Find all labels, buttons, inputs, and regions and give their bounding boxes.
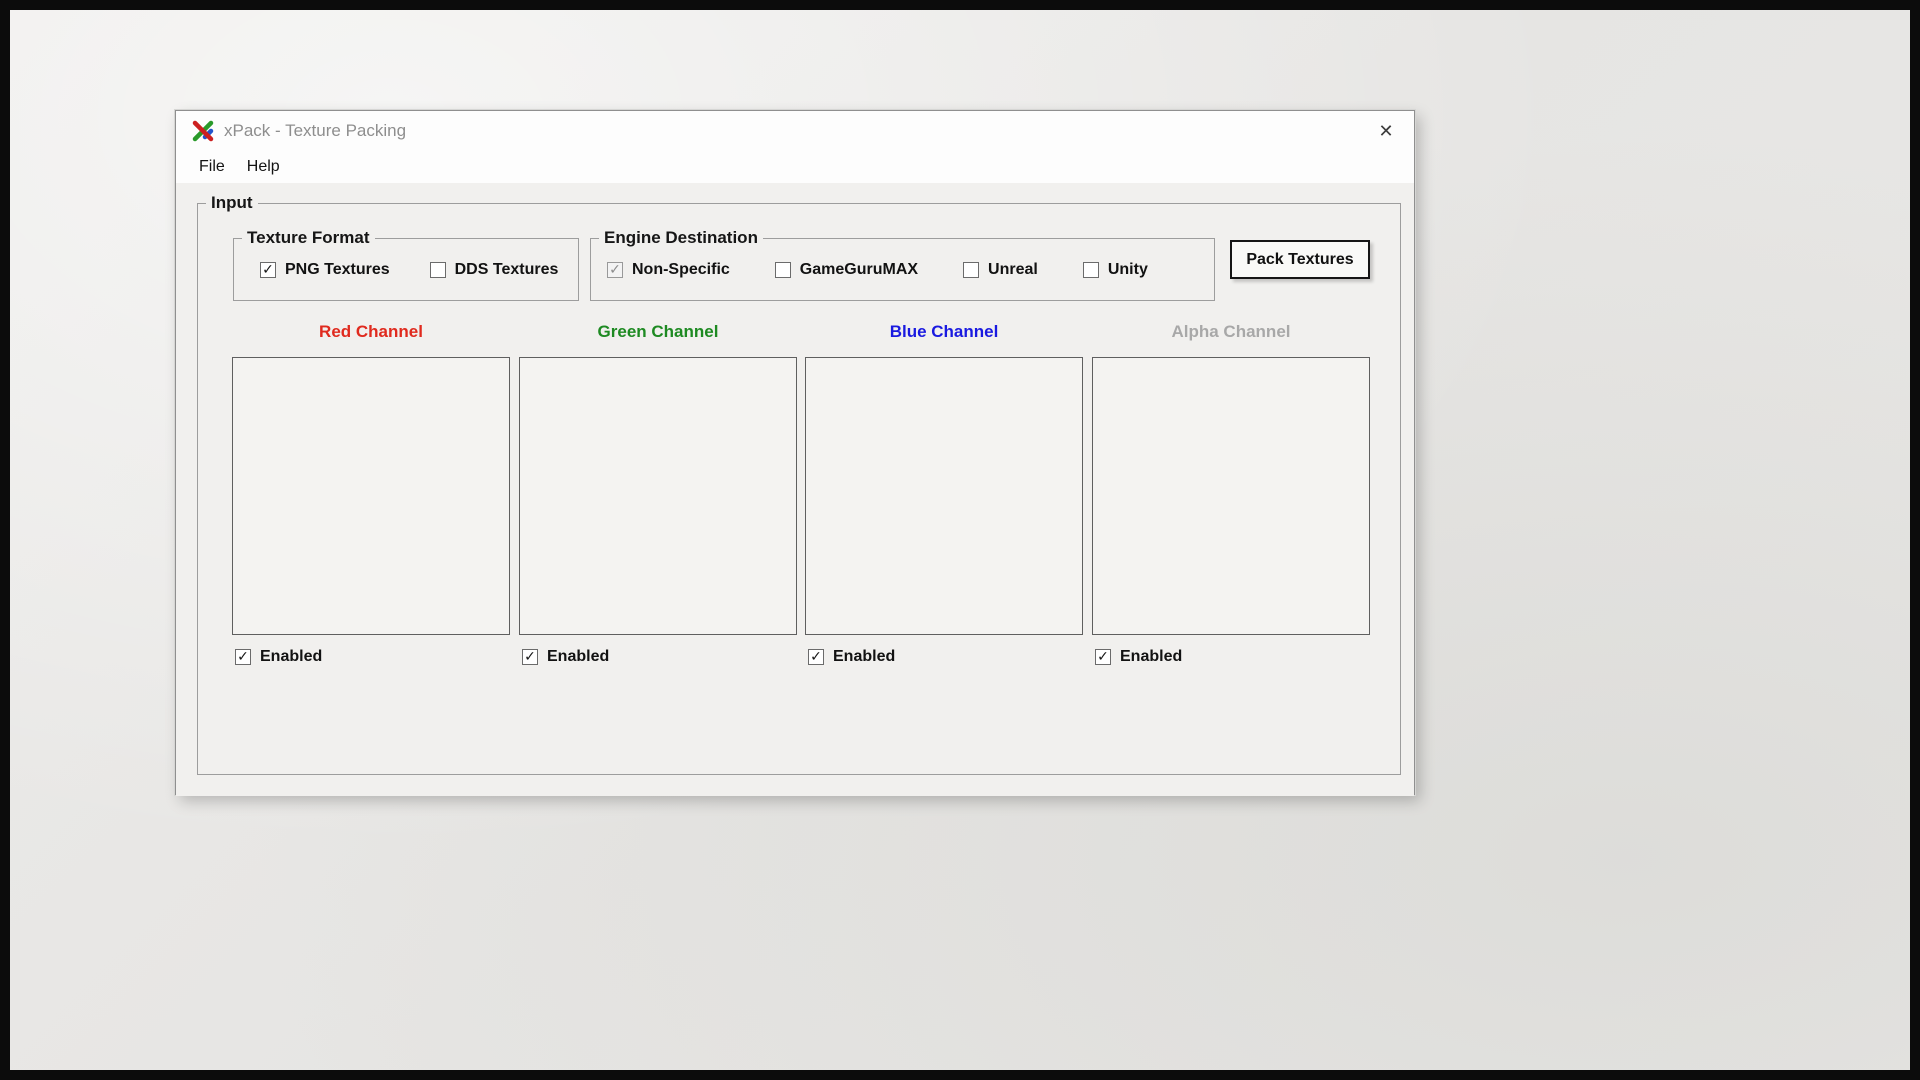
pack-textures-button[interactable]: Pack Textures [1230, 240, 1370, 279]
channel-column-blue: Blue Channel ✓ Enabled [805, 316, 1083, 666]
blue-enabled-checkbox-box: ✓ [808, 649, 824, 665]
blue-channel-listbox[interactable] [805, 357, 1083, 635]
green-channel-listbox[interactable] [519, 357, 797, 635]
non-specific-label: Non-Specific [632, 261, 730, 279]
engine-destination-groupbox: Engine Destination ✓ Non-Specific GameGu… [590, 238, 1215, 301]
unreal-checkbox-box [963, 262, 979, 278]
red-channel-listbox[interactable] [232, 357, 510, 635]
blue-channel-label: Blue Channel [805, 322, 1083, 342]
red-channel-enabled-checkbox[interactable]: ✓ Enabled [235, 648, 510, 666]
xpack-logo-icon [191, 119, 215, 143]
channel-column-red: Red Channel ✓ Enabled [232, 316, 510, 666]
checkbox-non-specific[interactable]: ✓ Non-Specific [607, 261, 730, 279]
checkbox-png-textures[interactable]: ✓ PNG Textures [260, 261, 390, 279]
unreal-label: Unreal [988, 261, 1038, 279]
alpha-channel-listbox[interactable] [1092, 357, 1370, 635]
alpha-enabled-checkbox-box: ✓ [1095, 649, 1111, 665]
dds-textures-checkbox-box [430, 262, 446, 278]
alpha-channel-enabled-checkbox[interactable]: ✓ Enabled [1095, 648, 1370, 666]
green-enabled-label: Enabled [547, 648, 609, 666]
channel-column-green: Green Channel ✓ Enabled [519, 316, 797, 666]
red-enabled-checkbox-box: ✓ [235, 649, 251, 665]
close-button[interactable]: ✕ [1370, 117, 1402, 145]
menu-help[interactable]: Help [236, 151, 291, 183]
menu-file[interactable]: File [188, 151, 236, 183]
engine-destination-label: Engine Destination [599, 228, 763, 248]
green-enabled-checkbox-box: ✓ [522, 649, 538, 665]
alpha-enabled-label: Enabled [1120, 648, 1182, 666]
window-title: xPack - Texture Packing [224, 111, 406, 151]
engine-destination-options: ✓ Non-Specific GameGuruMAX Unreal [607, 261, 1148, 279]
checkbox-gamegurumax[interactable]: GameGuruMAX [775, 261, 918, 279]
blue-enabled-label: Enabled [833, 648, 895, 666]
desktop-background: xPack - Texture Packing ✕ File Help Inpu… [0, 0, 1920, 1080]
alpha-channel-label: Alpha Channel [1092, 322, 1370, 342]
app-window: xPack - Texture Packing ✕ File Help Inpu… [175, 110, 1415, 795]
texture-format-label: Texture Format [242, 228, 375, 248]
channel-column-alpha: Alpha Channel ✓ Enabled [1092, 316, 1370, 666]
unity-label: Unity [1108, 261, 1148, 279]
checkbox-dds-textures[interactable]: DDS Textures [430, 261, 559, 279]
dds-textures-label: DDS Textures [455, 261, 559, 279]
texture-format-options: ✓ PNG Textures DDS Textures [260, 261, 558, 279]
blue-channel-enabled-checkbox[interactable]: ✓ Enabled [808, 648, 1083, 666]
green-channel-label: Green Channel [519, 322, 797, 342]
checkbox-unreal[interactable]: Unreal [963, 261, 1038, 279]
gamegurumax-checkbox-box [775, 262, 791, 278]
green-channel-enabled-checkbox[interactable]: ✓ Enabled [522, 648, 797, 666]
client-area: Input Texture Format ✓ PNG Textures DDS … [176, 183, 1414, 796]
window-titlebar: xPack - Texture Packing ✕ [176, 111, 1414, 151]
input-group-label: Input [206, 193, 258, 213]
red-enabled-label: Enabled [260, 648, 322, 666]
checkbox-unity[interactable]: Unity [1083, 261, 1148, 279]
gamegurumax-label: GameGuruMAX [800, 261, 918, 279]
png-textures-checkbox-box: ✓ [260, 262, 276, 278]
png-textures-label: PNG Textures [285, 261, 390, 279]
non-specific-checkbox-box: ✓ [607, 262, 623, 278]
unity-checkbox-box [1083, 262, 1099, 278]
menubar: File Help [176, 151, 1414, 183]
input-groupbox: Input Texture Format ✓ PNG Textures DDS … [197, 203, 1401, 775]
red-channel-label: Red Channel [232, 322, 510, 342]
texture-format-groupbox: Texture Format ✓ PNG Textures DDS Textur… [233, 238, 579, 301]
